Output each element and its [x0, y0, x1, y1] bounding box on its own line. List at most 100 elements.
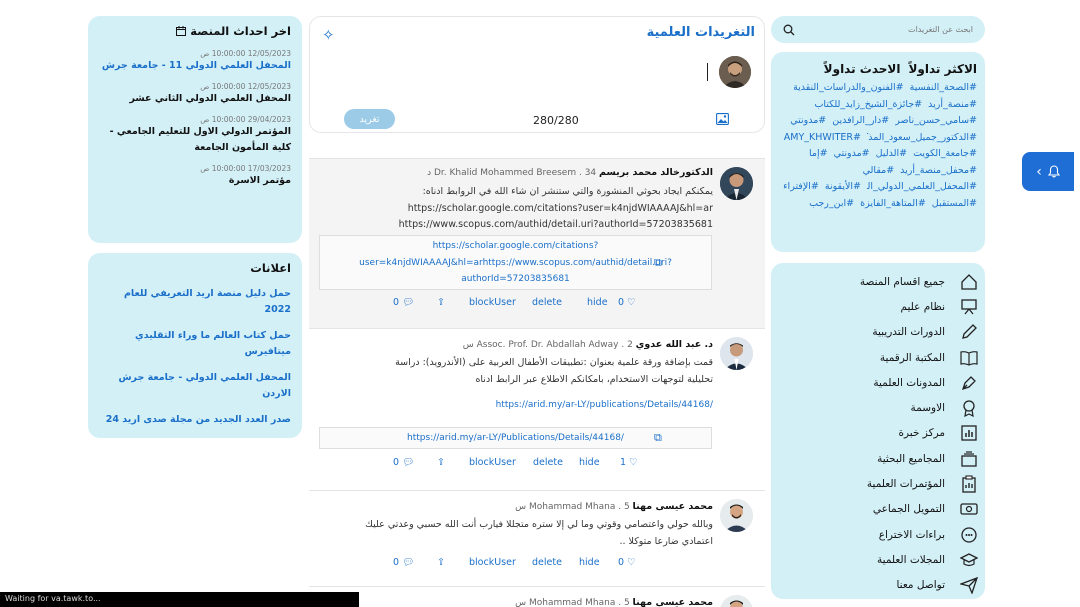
sidebar-item[interactable]: المؤتمرات العلمية — [777, 471, 979, 496]
block-user-button[interactable]: blockUser — [469, 297, 516, 308]
sidebar-item[interactable]: الدورات التدريبية — [777, 320, 979, 345]
hashtag-link[interactable]: #مدونتي — [790, 113, 826, 129]
tab-most-trending[interactable]: الاكثر تداولاً — [908, 62, 977, 76]
like-button[interactable]: 1 ♡ — [620, 457, 638, 468]
comment-button[interactable]: 0 💬︎ — [393, 457, 414, 468]
calendar-icon — [176, 26, 187, 36]
hashtag-link[interactable]: #مقالي — [863, 163, 895, 179]
like-button[interactable]: 0 ♡ — [618, 557, 636, 568]
external-link-icon[interactable]: ⧉ — [654, 254, 662, 271]
events-title: اخر احداث المنصة — [99, 24, 291, 38]
hide-button[interactable]: hide — [579, 457, 600, 468]
author-name[interactable]: محمد عيسى مهنا — [633, 501, 713, 512]
body-line[interactable]: https://scholar.google.com/citations?use… — [309, 201, 713, 218]
sidebar-item[interactable]: مركز خبرة — [777, 421, 979, 446]
delete-button[interactable]: delete — [532, 297, 562, 308]
avatar — [720, 337, 753, 370]
sparkle-icon[interactable]: ✧ — [322, 26, 335, 44]
event-title[interactable]: المؤتمر الدولي الاول للتعليم الجامعي - ك… — [99, 124, 291, 156]
events-panel: اخر احداث المنصة 12/05/2023 10:00:00 ص ال… — [88, 16, 302, 243]
ad-link[interactable]: حمل كتاب العالم ما وراء التقليدي ميتافير… — [99, 328, 291, 360]
sidebar-item[interactable]: جميع اقسام المنصة — [777, 269, 979, 294]
hashtag-link[interactable]: #إما — [809, 146, 828, 162]
event-title[interactable]: المحفل العلمي الدولي 11 - جامعة جرش — [99, 58, 291, 74]
body-line[interactable]: https://www.scopus.com/authid/detail.uri… — [309, 217, 713, 234]
hashtag-link[interactable]: #منصة_أريد — [928, 97, 977, 113]
link-preview[interactable]: https://arid.my/ar-LY/Publications/Detai… — [319, 427, 712, 449]
share-icon[interactable]: ⇪ — [437, 457, 445, 468]
tweet-actions: 0 ♡ hide delete blockUser ⇪ 0 💬︎ — [309, 297, 719, 311]
hashtag-link[interactable]: #الصحة_النفسية — [910, 80, 977, 96]
tweet-actions: 1 ♡ hide delete blockUser ⇪ 0 💬︎ — [309, 457, 719, 471]
author-name[interactable]: الدكتورخالد محمد بريسم — [599, 167, 713, 178]
event-item[interactable]: 29/04/2023 10:00:00 ص المؤتمر الدولي الاو… — [99, 115, 291, 156]
sidebar-item[interactable]: المجاميع البحثية — [777, 446, 979, 471]
ad-link[interactable]: حمل دليل منصة اريد التعريفي للعام 2022 — [99, 286, 291, 318]
block-user-button[interactable]: blockUser — [469, 557, 516, 568]
ad-link[interactable]: صدر العدد الجديد من مجلة صدى اريد 24 — [99, 412, 291, 428]
block-user-button[interactable]: blockUser — [469, 457, 516, 468]
event-item[interactable]: 17/03/2023 10:00:00 ص مؤتمر الاسرة — [99, 164, 291, 189]
comment-button[interactable]: 0 💬︎ — [393, 557, 414, 568]
sidebar-item[interactable]: المدونات العلمية — [777, 370, 979, 395]
hashtag-link[interactable]: #الفنون_والدراسات_النقدية — [794, 80, 904, 96]
events-title-text: اخر احداث المنصة — [190, 24, 291, 38]
delete-button[interactable]: delete — [533, 457, 563, 468]
hashtag-link[interactable]: #الأيقونة — [825, 179, 861, 195]
hashtag-link[interactable]: #المتاهة_الفايزة — [860, 196, 926, 212]
like-button[interactable]: 0 ♡ — [618, 297, 636, 308]
sidebar-item-label: تواصل معنا — [896, 579, 945, 592]
hashtag-link[interactable]: #AMY_KHWITER — [784, 130, 861, 146]
hashtag-link[interactable]: #دار_الرافدين — [832, 113, 889, 129]
hashtag-link[interactable]: #جامعة_الكويت — [913, 146, 977, 162]
event-item[interactable]: 12/05/2023 10:00:00 ص المحفل العلمي الدول… — [99, 49, 291, 74]
hashtag-link[interactable]: #جائزة_الشيخ_زايد_للكتاب — [814, 97, 922, 113]
hide-button[interactable]: hide — [579, 557, 600, 568]
hide-button[interactable]: hide — [587, 297, 608, 308]
ad-link[interactable]: المحفل العلمي الدولي - جامعة جرش الاردن — [99, 370, 291, 402]
tweet-feed: الدكتورخالد محمد بريسم Dr. Khalid Mohamm… — [309, 146, 765, 607]
sidebar-item-label: المجلات العلمية — [877, 553, 945, 566]
sidebar-item[interactable]: الاوسمة — [777, 395, 979, 420]
money-icon — [959, 500, 979, 518]
tweet-link[interactable]: https://arid.my/ar-LY/publications/Detai… — [496, 400, 713, 410]
hashtag-link[interactable]: #المستقبل — [932, 196, 977, 212]
hashtag-link[interactable]: #الدكتور_جميل_سعود_المذكور — [867, 130, 977, 146]
tweet-header: د. عبد الله عدوي Assoc. Prof. Dr. Abdall… — [462, 339, 713, 350]
share-icon[interactable]: ⇪ — [437, 557, 445, 568]
event-title[interactable]: مؤتمر الاسرة — [99, 173, 291, 189]
sidebar-item[interactable]: التمويل الجماعي — [777, 497, 979, 522]
sidebar-item[interactable]: المكتبة الرقمية — [777, 345, 979, 370]
author-name[interactable]: محمد عيسى مهنا — [633, 597, 713, 607]
event-item[interactable]: 12/05/2023 10:00:00 ص المحفل العلمي الدول… — [99, 82, 291, 107]
hashtag-link[interactable]: #محفل_منصة_أريد — [900, 163, 977, 179]
sidebar-item[interactable]: تواصل معنا — [777, 573, 979, 598]
body-line: اعتمادي ضارعا متوكلا .. — [619, 535, 714, 547]
hashtag-link[interactable]: #الإفتراء — [783, 179, 819, 195]
link-preview[interactable]: https://scholar.google.com/citations? us… — [319, 235, 712, 290]
sidebar-item[interactable]: نظام عليم — [777, 294, 979, 319]
tab-latest-trending[interactable]: الاحدث تداولاً — [824, 62, 901, 76]
composer-title: التغريدات العلمية — [646, 25, 755, 40]
hashtag-link[interactable]: #الدليل — [876, 146, 907, 162]
text-cursor[interactable] — [707, 63, 708, 81]
sidebar-item-label: نظام عليم — [900, 300, 945, 313]
hashtag-link[interactable]: #مدونتي — [834, 146, 870, 162]
hashtag-link[interactable]: #سامي_حسن_ناصر — [895, 113, 977, 129]
hashtag-link[interactable]: #المحفل_العلمي_الدولي_الثاني — [867, 179, 977, 195]
external-link-icon[interactable]: ⧉ — [654, 430, 662, 447]
sidebar-item[interactable]: المجلات العلمية — [777, 547, 979, 572]
share-icon[interactable]: ⇪ — [437, 297, 445, 308]
author-name[interactable]: د. عبد الله عدوي — [636, 339, 713, 350]
image-icon[interactable] — [716, 113, 729, 125]
sidebar-item[interactable]: براءات الاختراع — [777, 522, 979, 547]
search-input[interactable] — [823, 25, 973, 34]
comment-button[interactable]: 0 💬︎ — [393, 297, 414, 308]
delete-button[interactable]: delete — [532, 557, 562, 568]
search-icon[interactable] — [783, 24, 795, 36]
event-title[interactable]: المحفل العلمي الدولي الثاني عشر — [99, 91, 291, 107]
notifications-button[interactable]: ‹ — [1022, 152, 1074, 191]
hashtag-link[interactable]: #ابن_رجب — [809, 196, 854, 212]
post-tweet-button[interactable]: تغريد — [344, 109, 395, 129]
bell-icon — [1047, 165, 1060, 178]
